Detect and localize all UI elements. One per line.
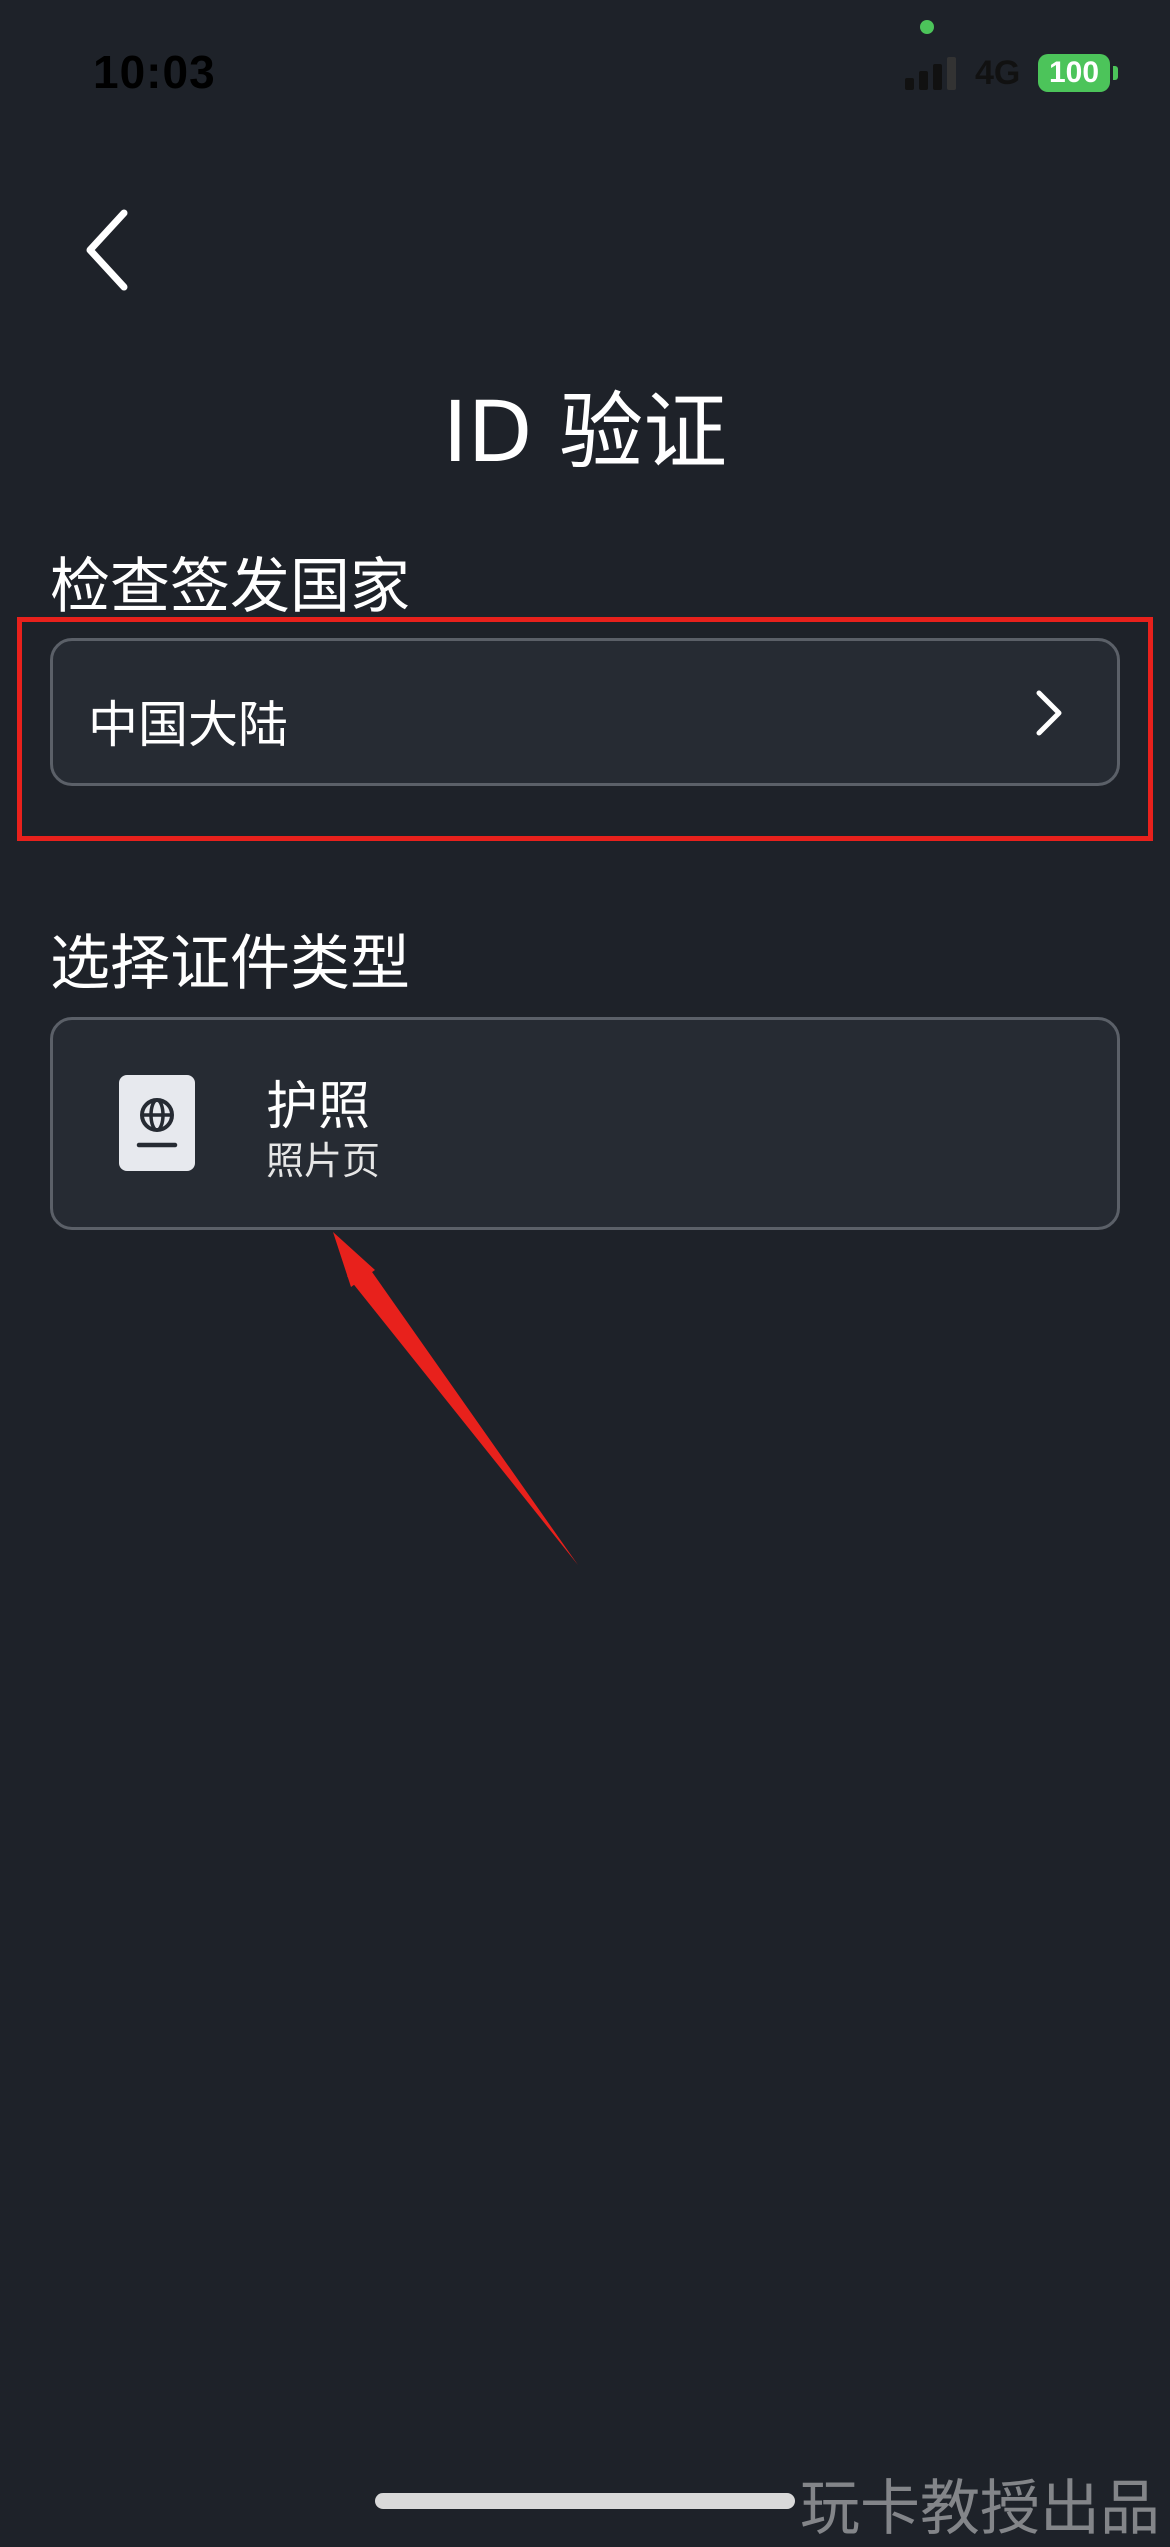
document-option-subtitle: 照片页 xyxy=(266,1139,381,1183)
status-bar: 10:03 4G 100 xyxy=(0,0,1170,140)
cellular-signal-icon xyxy=(905,57,956,90)
document-option-passport[interactable]: 护照 照片页 xyxy=(50,1017,1120,1230)
issuing-country-label: 检查签发国家 xyxy=(50,552,410,622)
battery-icon: 100 xyxy=(1038,54,1110,92)
issuing-country-value: 中国大陆 xyxy=(88,696,288,754)
passport-icon xyxy=(119,1075,195,1171)
status-time: 10:03 xyxy=(93,46,216,98)
back-button[interactable] xyxy=(70,195,150,305)
issuing-country-select[interactable]: 中国大陆 xyxy=(50,638,1120,786)
home-indicator[interactable] xyxy=(375,2493,795,2509)
document-type-label: 选择证件类型 xyxy=(50,929,410,999)
chevron-left-icon xyxy=(86,209,128,291)
watermark-text: 玩卡教授出品 xyxy=(800,2474,1160,2544)
network-type: 4G xyxy=(975,54,1021,92)
page-title: ID 验证 xyxy=(442,383,728,481)
privacy-indicator-icon xyxy=(920,20,934,34)
battery-tip xyxy=(1113,66,1118,80)
document-option-title: 护照 xyxy=(266,1077,371,1137)
chevron-right-icon xyxy=(1036,690,1062,736)
